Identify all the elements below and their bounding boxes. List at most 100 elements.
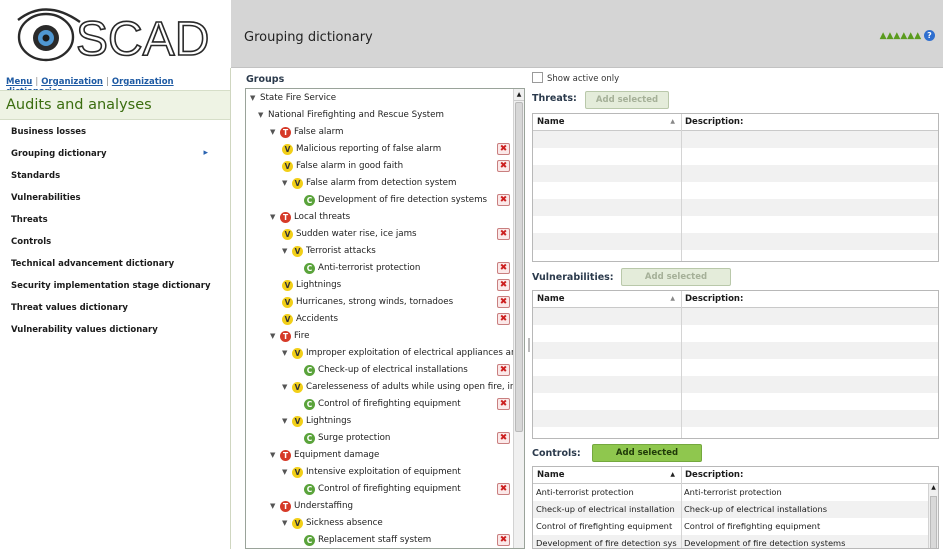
tree-node[interactable]: ▼ V Intensive exploitation of equipment: [282, 465, 461, 482]
tree-node[interactable]: ▼ T Fire: [270, 329, 310, 346]
sidebar: Menu|Organization|Organization dictionar…: [0, 68, 231, 549]
tree-scrollbar[interactable]: ▲: [513, 89, 524, 548]
tree-node[interactable]: ▼ T False alarm: [270, 125, 344, 142]
tree-node[interactable]: C Surge protection: [304, 431, 390, 448]
tree-node[interactable]: C Replacement staff system: [304, 533, 431, 548]
tree-node[interactable]: ▼ V Terrorist attacks: [282, 244, 376, 261]
tree-node[interactable]: C Control of firefighting equipment: [304, 397, 461, 414]
sidebar-item-grouping-dictionary[interactable]: Grouping dictionary ▸: [0, 144, 230, 166]
remove-icon[interactable]: ✖: [497, 143, 510, 155]
remove-icon[interactable]: ✖: [497, 262, 510, 274]
vulnerabilities-add-selected-button[interactable]: Add selected: [621, 268, 731, 286]
expand-toggle-icon[interactable]: ▼: [282, 176, 292, 190]
tree-node[interactable]: C Anti-terrorist protection: [304, 261, 420, 278]
tree-node[interactable]: V False alarm in good faith: [282, 159, 403, 176]
tree-node[interactable]: ▼ T Local threats: [270, 210, 350, 227]
remove-icon[interactable]: ✖: [497, 534, 510, 546]
remove-icon[interactable]: ✖: [497, 432, 510, 444]
remove-icon[interactable]: ✖: [497, 398, 510, 410]
expand-toggle-icon[interactable]: ▼: [258, 108, 268, 122]
expand-toggle-icon[interactable]: ▼: [282, 414, 292, 428]
tree-node-label: Development of fire detection systems: [318, 195, 488, 205]
expand-toggle-icon[interactable]: ▼: [282, 465, 292, 479]
tree-node[interactable]: ▼ V Improper exploitation of electrical ap…: [282, 346, 522, 363]
tree-node[interactable]: V Malicious reporting of false alarm: [282, 142, 441, 159]
tree-node[interactable]: V Accidents: [282, 312, 338, 329]
expand-toggle-icon[interactable]: ▼: [270, 499, 280, 513]
remove-icon[interactable]: ✖: [497, 228, 510, 240]
tree-node[interactable]: V Hurricanes, strong winds, tornadoes: [282, 295, 453, 312]
expand-toggle-icon[interactable]: ▼: [282, 346, 292, 360]
tree-node[interactable]: ▼ T Equipment damage: [270, 448, 379, 465]
user-group-icon[interactable]: ▲▲▲▲▲▲: [880, 31, 922, 41]
control-badge-icon: C: [304, 433, 315, 444]
remove-icon[interactable]: ✖: [497, 313, 510, 325]
controls-col-name[interactable]: Name ▲: [533, 467, 681, 484]
sidebar-item-threat-values[interactable]: Threat values dictionary: [0, 298, 230, 320]
table-row[interactable]: Check-up of electrical installation Check…: [533, 501, 938, 518]
controls-add-selected-button[interactable]: Add selected: [592, 444, 702, 462]
pane-splitter[interactable]: [527, 88, 531, 549]
sidebar-item-security-implementation[interactable]: Security implementation stage dictionary: [0, 276, 230, 298]
table-row[interactable]: Anti-terrorist protection Anti-terrorist …: [533, 484, 938, 501]
tree-node-label: Improper exploitation of electrical appl…: [306, 348, 522, 358]
threats-col-description[interactable]: Description:: [681, 114, 938, 131]
scrollbar-thumb[interactable]: [515, 102, 523, 432]
tree-node[interactable]: ▼ V Sickness absence: [282, 516, 383, 533]
remove-icon[interactable]: ✖: [497, 194, 510, 206]
remove-icon[interactable]: ✖: [497, 364, 510, 376]
vulnerabilities-title: Vulnerabilities:: [532, 272, 614, 283]
table-row[interactable]: Development of fire detection sys Develop…: [533, 535, 938, 548]
breadcrumb-menu[interactable]: Menu: [6, 77, 32, 87]
threats-col-name[interactable]: Name ▲: [533, 114, 681, 131]
remove-icon[interactable]: ✖: [497, 296, 510, 308]
breadcrumb-organization[interactable]: Organization: [41, 77, 103, 87]
vulnerability-badge-icon: V: [292, 348, 303, 359]
sidebar-item-threats[interactable]: Threats: [0, 210, 230, 232]
controls-col-description[interactable]: Description:: [681, 467, 938, 484]
show-active-checkbox[interactable]: [532, 72, 543, 83]
tree-node[interactable]: ▼ V False alarm from detection system: [282, 176, 456, 193]
expand-toggle-icon[interactable]: ▼: [282, 380, 292, 394]
sidebar-item-standards[interactable]: Standards: [0, 166, 230, 188]
vulnerabilities-col-name[interactable]: Name ▲: [533, 291, 681, 308]
expand-toggle-icon[interactable]: ▼: [270, 210, 280, 224]
tree-node[interactable]: ▼ V Lightnings: [282, 414, 351, 431]
expand-toggle-icon[interactable]: ▼: [250, 91, 260, 105]
expand-toggle-icon[interactable]: ▼: [282, 516, 292, 530]
threats-add-selected-button[interactable]: Add selected: [585, 91, 669, 109]
tree-node[interactable]: V Lightnings: [282, 278, 341, 295]
sidebar-item-controls[interactable]: Controls: [0, 232, 230, 254]
expand-toggle-icon[interactable]: ▼: [270, 329, 280, 343]
remove-icon[interactable]: ✖: [497, 279, 510, 291]
tree-node[interactable]: ▼ V Carelesseness of adults while using op…: [282, 380, 520, 397]
expand-toggle-icon[interactable]: ▼: [270, 448, 280, 462]
sidebar-item-technical-advancement[interactable]: Technical advancement dictionary: [0, 254, 230, 276]
tree-node[interactable]: ▼ T Understaffing: [270, 499, 353, 516]
tree-node[interactable]: C Control of firefighting equipment: [304, 482, 461, 499]
tree-node[interactable]: ▼ National Firefighting and Rescue System: [258, 108, 444, 125]
vulnerability-badge-icon: V: [282, 229, 293, 240]
remove-icon[interactable]: ✖: [497, 483, 510, 495]
expand-toggle-icon[interactable]: ▼: [282, 244, 292, 258]
controls-scrollbar[interactable]: ▲: [928, 484, 938, 548]
expand-toggle-icon[interactable]: ▼: [270, 125, 280, 139]
logo-text: SCAD: [76, 13, 209, 66]
sidebar-item-vulnerabilities[interactable]: Vulnerabilities: [0, 188, 230, 210]
help-icon[interactable]: ?: [924, 30, 935, 41]
tree-node[interactable]: ▼ State Fire Service: [250, 91, 336, 108]
tree-node[interactable]: C Development of fire detection systems: [304, 193, 487, 210]
table-row[interactable]: Control of firefighting equipment Control…: [533, 518, 938, 535]
show-active-only[interactable]: Show active only: [532, 72, 619, 84]
tree-node[interactable]: C Check-up of electrical installations: [304, 363, 468, 380]
vulnerabilities-col-description[interactable]: Description:: [681, 291, 938, 308]
sidebar-item-business-losses[interactable]: Business losses: [0, 122, 230, 144]
sidebar-item-vulnerability-values[interactable]: Vulnerability values dictionary: [0, 320, 230, 342]
scrollbar-thumb[interactable]: [930, 496, 937, 548]
tree-node-label: Understaffing: [294, 501, 353, 511]
tree-node-label: Control of firefighting equipment: [318, 399, 461, 409]
remove-icon[interactable]: ✖: [497, 160, 510, 172]
scroll-up-icon[interactable]: ▲: [514, 89, 524, 101]
scroll-up-icon[interactable]: ▲: [929, 484, 938, 494]
tree-node[interactable]: V Sudden water rise, ice jams: [282, 227, 417, 244]
